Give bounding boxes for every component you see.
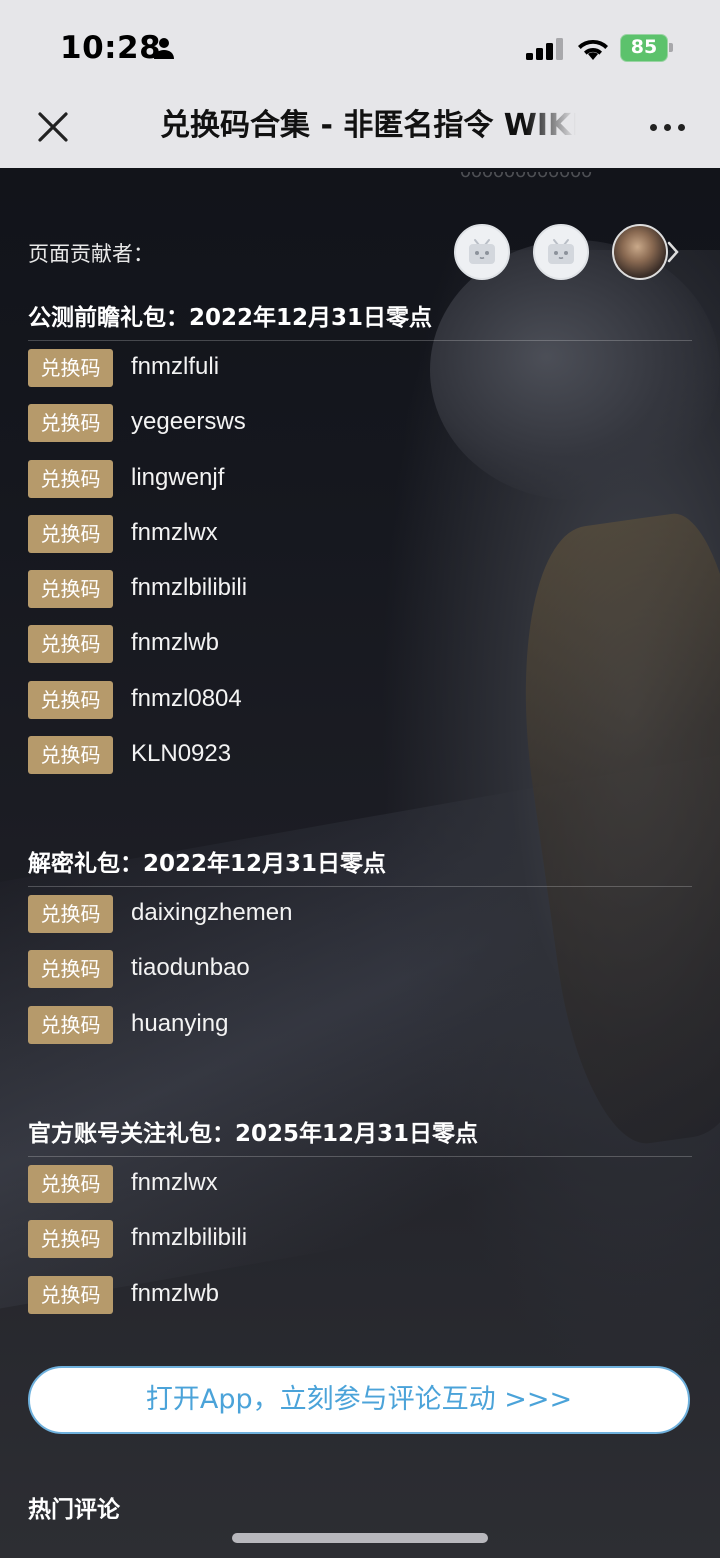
code-badge: 兑换码	[28, 950, 113, 989]
bilibili-tv-icon	[469, 239, 495, 264]
redeem-code[interactable]: daixingzhemen	[131, 893, 292, 933]
section-title: 解密礼包：2022年12月31日零点	[28, 851, 387, 877]
code-badge: 兑换码	[28, 514, 113, 553]
code-badge: 兑换码	[28, 736, 113, 775]
contributors-label: 页面贡献者：	[28, 242, 154, 266]
bilibili-tv-icon	[548, 239, 574, 264]
status-time: 10:28	[60, 30, 162, 66]
nav-header: 兑换码合集 - 非匿名指令 WIKI	[0, 94, 720, 168]
redeem-code[interactable]: fnmzlbilibili	[131, 1218, 247, 1258]
page-title: 兑换码合集 - 非匿名指令 WIKI	[160, 108, 576, 143]
close-icon[interactable]	[32, 106, 74, 148]
code-badge: 兑换码	[28, 1165, 113, 1203]
gift-section: 官方账号关注礼包：2025年12月31日零点 兑换码 fnmzlwx 兑换码 fnm…	[28, 1114, 692, 1323]
more-options-icon[interactable]	[646, 118, 690, 138]
redeem-code[interactable]: fnmzl0804	[131, 679, 242, 719]
code-row: 兑换码 fnmzlwx	[28, 507, 692, 562]
code-row: 兑换码 KLN0923	[28, 728, 692, 783]
code-badge: 兑换码	[28, 1275, 113, 1314]
code-badge: 兑换码	[28, 349, 113, 387]
code-badge: 兑换码	[28, 459, 113, 498]
open-app-button[interactable]: 打开App，立刻参与评论互动 >>>	[28, 1366, 690, 1434]
code-row: 兑换码 tiaodunbao	[28, 942, 692, 997]
contributor-avatar[interactable]	[454, 224, 510, 280]
code-row: 兑换码 daixingzhemen	[28, 887, 692, 942]
redeem-code[interactable]: KLN0923	[131, 734, 231, 774]
code-badge: 兑换码	[28, 680, 113, 719]
redeem-code[interactable]: huanying	[131, 1004, 228, 1044]
code-row: 兑换码 fnmzlbilibili	[28, 562, 692, 617]
cellular-signal-icon	[526, 38, 563, 60]
redeem-code[interactable]: fnmzlwx	[131, 1163, 218, 1203]
redeem-code[interactable]: lingwenjf	[131, 458, 224, 498]
code-row: 兑换码 huanying	[28, 998, 692, 1053]
gift-section: 公测前瞻礼包：2022年12月31日零点 兑换码 fnmzlfuli 兑换码 yeg…	[28, 298, 692, 783]
code-badge: 兑换码	[28, 570, 113, 609]
redeem-code[interactable]: fnmzlwx	[131, 513, 218, 553]
redeem-code[interactable]: fnmzlfuli	[131, 347, 219, 387]
battery-level: 85	[630, 36, 658, 58]
contributor-avatar-photo[interactable]	[612, 224, 668, 280]
code-badge: 兑换码	[28, 1005, 113, 1044]
code-row: 兑换码 fnmzlwb	[28, 1268, 692, 1323]
code-row: 兑换码 fnmzlfuli	[28, 341, 692, 396]
redeem-code[interactable]: fnmzlwb	[131, 623, 219, 663]
redeem-code[interactable]: fnmzlwb	[131, 1274, 219, 1314]
code-row: 兑换码 yegeersws	[28, 396, 692, 451]
faded-text: ᴗᴗᴗᴗᴗᴗᴗᴗᴗᴗᴗᴗ	[460, 168, 593, 182]
section-title: 官方账号关注礼包：2025年12月31日零点	[28, 1121, 479, 1147]
code-row: 兑换码 fnmzl0804	[28, 673, 692, 728]
wifi-icon	[578, 39, 608, 60]
hot-comments-title: 热门评论	[28, 1497, 120, 1523]
person-icon	[154, 38, 174, 59]
status-bar: 10:28 85	[0, 0, 720, 94]
code-badge: 兑换码	[28, 404, 113, 443]
redeem-code[interactable]: tiaodunbao	[131, 948, 250, 988]
code-row: 兑换码 fnmzlwx	[28, 1157, 692, 1212]
code-row: 兑换码 fnmzlbilibili	[28, 1212, 692, 1267]
section-title: 公测前瞻礼包：2022年12月31日零点	[28, 305, 433, 331]
redeem-code[interactable]: yegeersws	[131, 402, 246, 442]
contributor-avatar[interactable]	[533, 224, 589, 280]
code-row: 兑换码 lingwenjf	[28, 452, 692, 507]
redeem-code[interactable]: fnmzlbilibili	[131, 568, 247, 608]
code-row: 兑换码 fnmzlwb	[28, 617, 692, 672]
code-badge: 兑换码	[28, 1220, 113, 1259]
code-badge: 兑换码	[28, 895, 113, 933]
code-badge: 兑换码	[28, 625, 113, 664]
gift-section: 解密礼包：2022年12月31日零点 兑换码 daixingzhemen 兑换码 t…	[28, 844, 692, 1053]
battery-icon: 85	[620, 34, 674, 62]
home-indicator	[232, 1533, 488, 1543]
chevron-right-icon[interactable]	[666, 240, 680, 264]
